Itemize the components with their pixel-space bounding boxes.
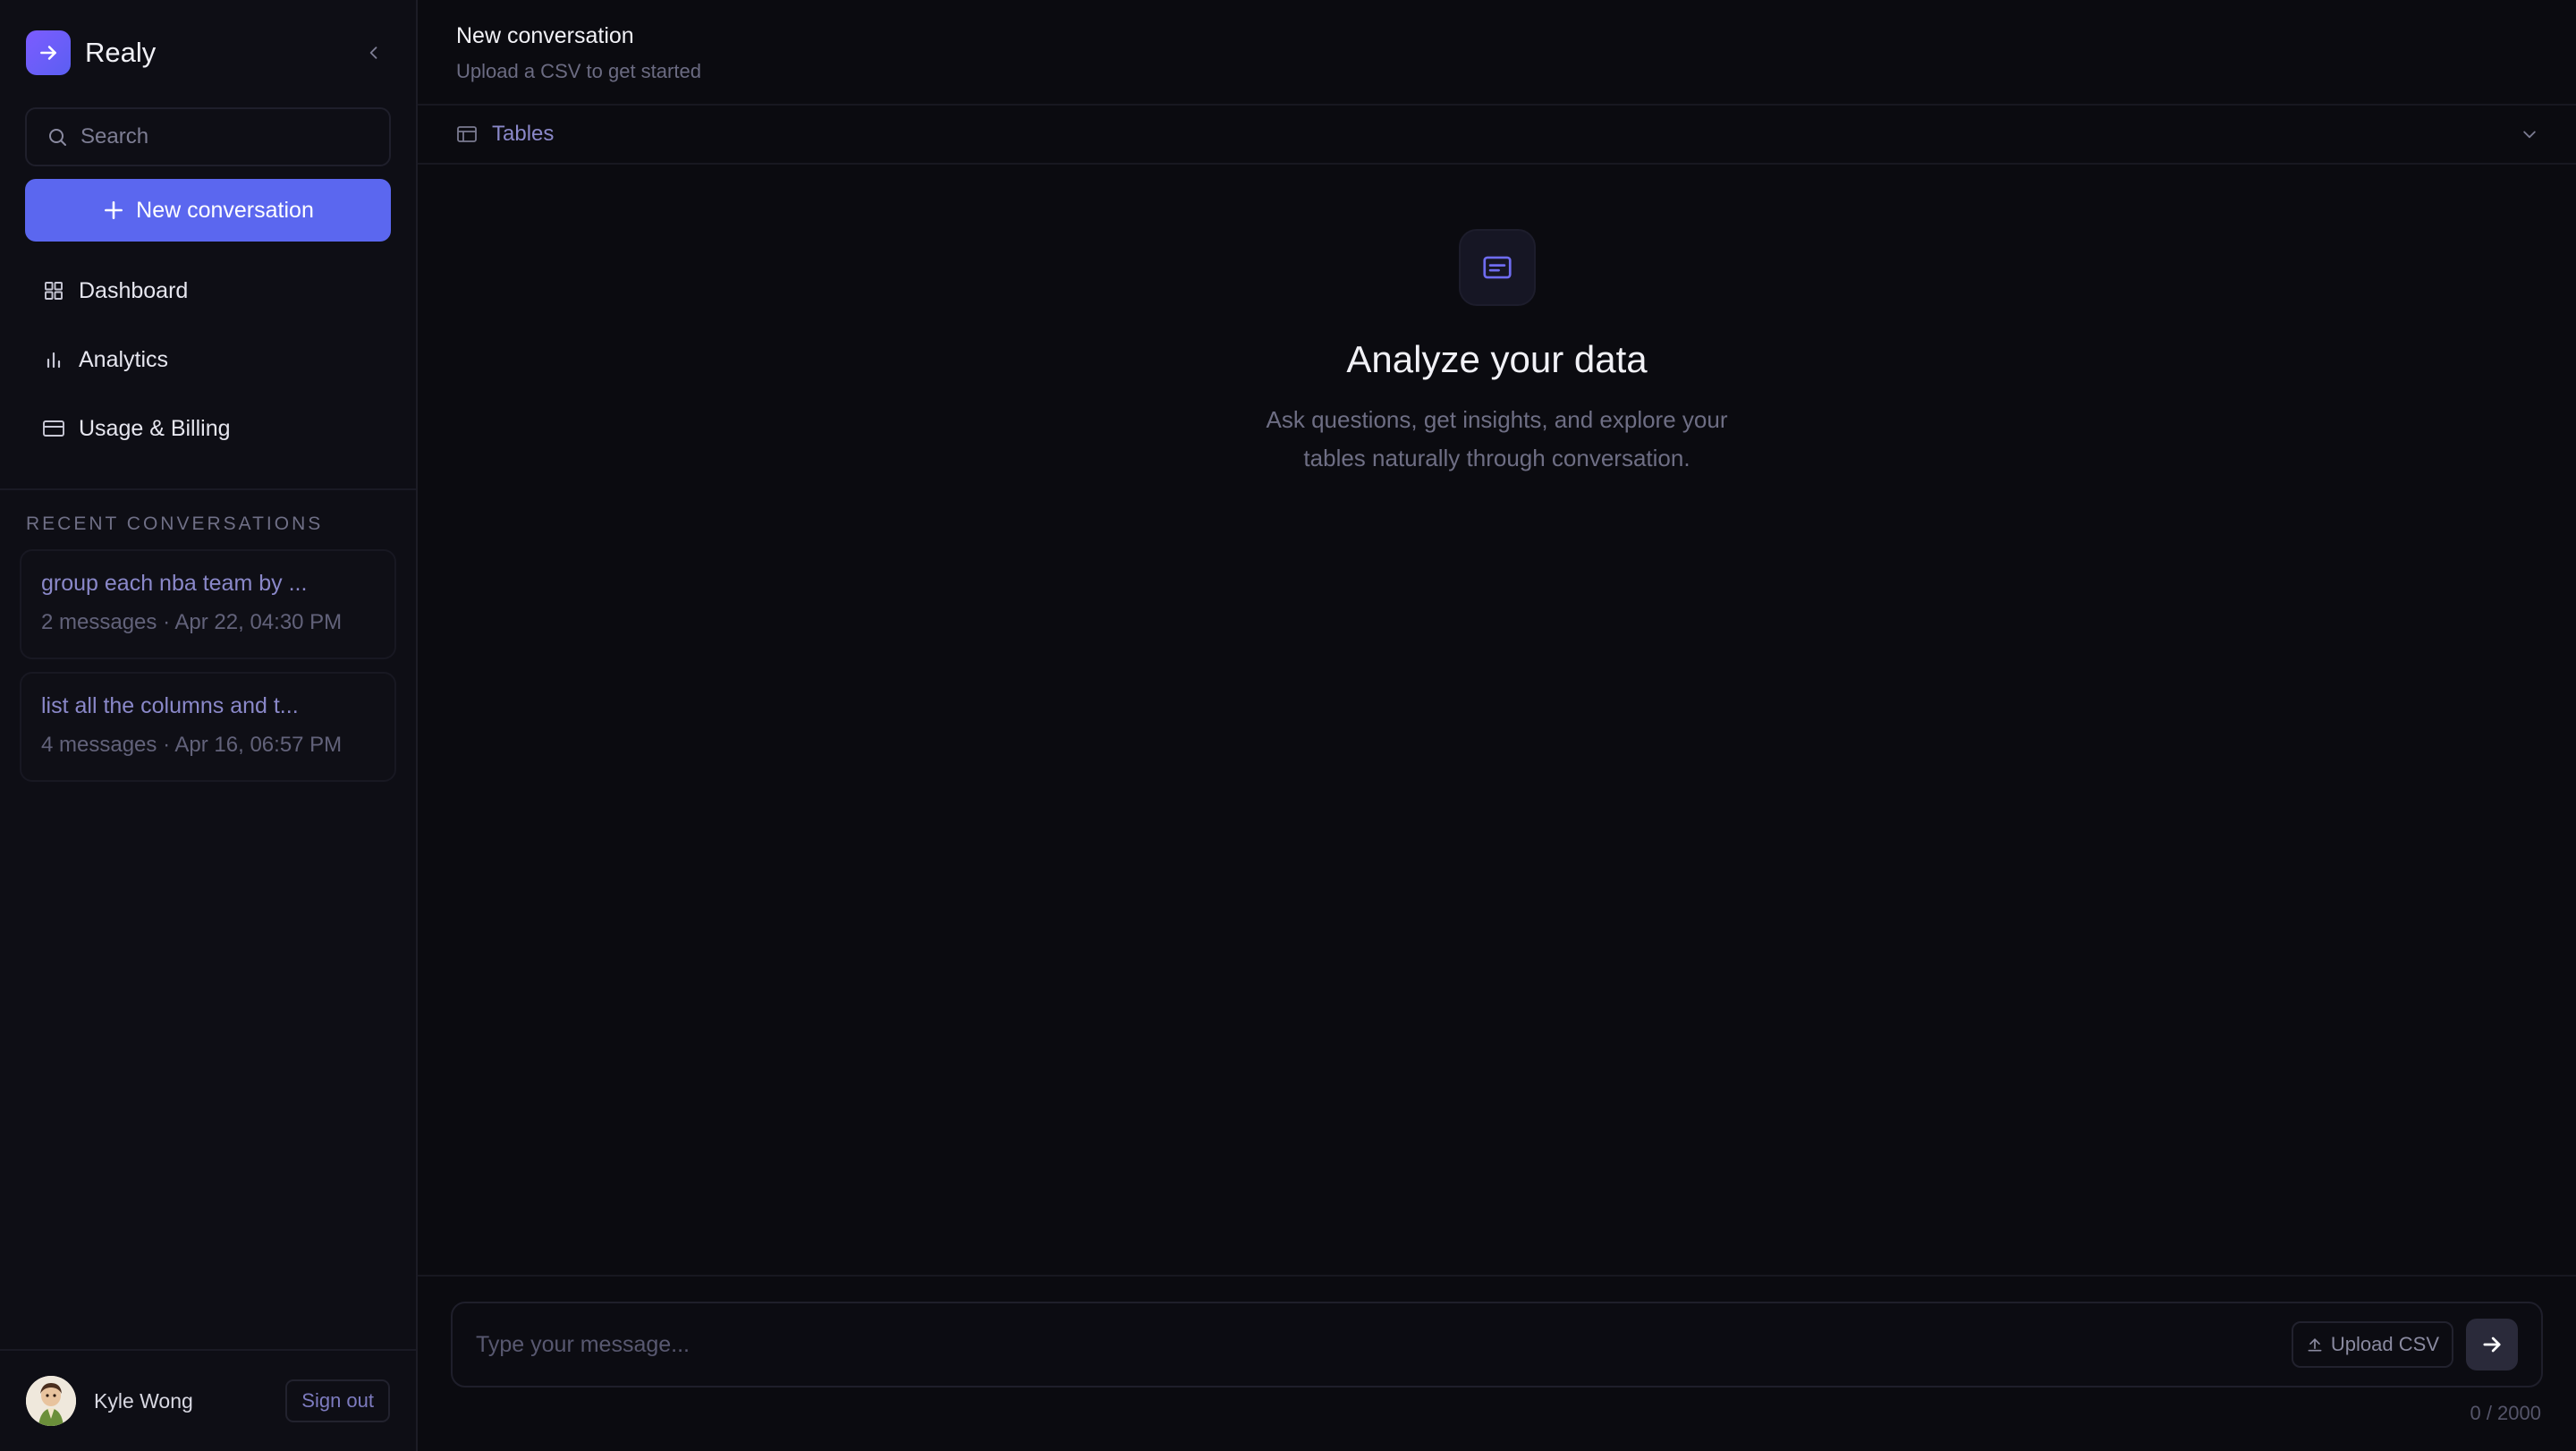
avatar[interactable] [26,1376,76,1426]
sidebar-item-usage-billing[interactable]: Usage & Billing [25,396,391,461]
plus-icon [102,199,125,222]
user-bar: Kyle Wong Sign out [0,1349,416,1451]
logo-arrow-icon[interactable] [26,30,71,75]
app: Realy New conversation [0,0,2576,1451]
upload-csv-button[interactable]: Upload CSV [2291,1321,2453,1368]
bar-chart-icon [42,348,65,371]
empty-state-description: Ask questions, get insights, and explore… [1266,406,1728,471]
app-name: Realy [85,37,157,68]
chevron-left-icon [369,47,377,59]
sidebar-item-analytics[interactable]: Analytics [25,327,391,392]
sidebar-item-label: Dashboard [79,277,189,303]
sidebar-item-label: Analytics [79,346,169,372]
arrow-right-icon [2483,1336,2501,1353]
tables-label: Tables [492,122,555,146]
search-icon [49,129,66,146]
main-panel: New conversation Upload a CSV to get sta… [418,0,2576,1451]
message-square-icon [1458,229,1536,306]
character-counter: 0 / 2000 [2470,1402,2541,1424]
search-box[interactable] [25,107,391,166]
recent-conversation-item[interactable]: group each nba team by ... 2 messages · … [20,549,396,659]
chevron-down-icon[interactable] [2521,125,2538,143]
composer-area: Upload CSV 0 / 2000 [418,1275,2576,1451]
conversation-header: New conversation Upload a CSV to get sta… [418,0,2576,106]
upload-icon [2306,1336,2324,1353]
conversation-meta: 2 messages · Apr 22, 04:30 PM [41,610,343,634]
recent-conversation-item[interactable]: list all the columns and t... 4 messages… [20,672,396,782]
sign-out-button[interactable]: Sign out [285,1379,390,1422]
upload-csv-label: Upload CSV [2330,1333,2439,1355]
sidebar-item-label: Usage & Billing [79,415,231,441]
conversation-title: group each nba team by ... [41,571,308,596]
sidebar-nav: Dashboard Analytics Usage & Billing [0,254,416,461]
new-conversation-button[interactable]: New conversation [25,179,391,242]
recent-conversations-heading: RECENT CONVERSATIONS [26,513,324,534]
send-button[interactable] [2466,1319,2518,1370]
sidebar: Realy New conversation [0,0,418,1451]
search-input[interactable] [80,124,367,149]
grid-icon [42,279,65,302]
conversation-meta: 4 messages · Apr 16, 06:57 PM [41,733,343,757]
credit-card-icon [42,417,65,440]
tables-toggle[interactable]: Tables [418,106,2576,165]
empty-state: Analyze your data Ask questions, get ins… [418,229,2576,478]
table-icon [456,124,478,144]
brand: Realy [0,0,416,106]
divider [0,488,416,490]
page-subtitle: Upload a CSV to get started [456,60,701,82]
conversation-title: list all the columns and t... [41,693,299,718]
composer: Upload CSV [451,1302,2543,1387]
new-conversation-label: New conversation [136,197,314,223]
empty-state-title: Analyze your data [1346,338,1648,380]
user-name: Kyle Wong [94,1388,193,1413]
collapse-sidebar-button[interactable] [358,37,390,69]
page-title: New conversation [456,23,634,48]
sidebar-item-dashboard[interactable]: Dashboard [25,259,391,323]
message-input[interactable] [476,1331,2292,1358]
